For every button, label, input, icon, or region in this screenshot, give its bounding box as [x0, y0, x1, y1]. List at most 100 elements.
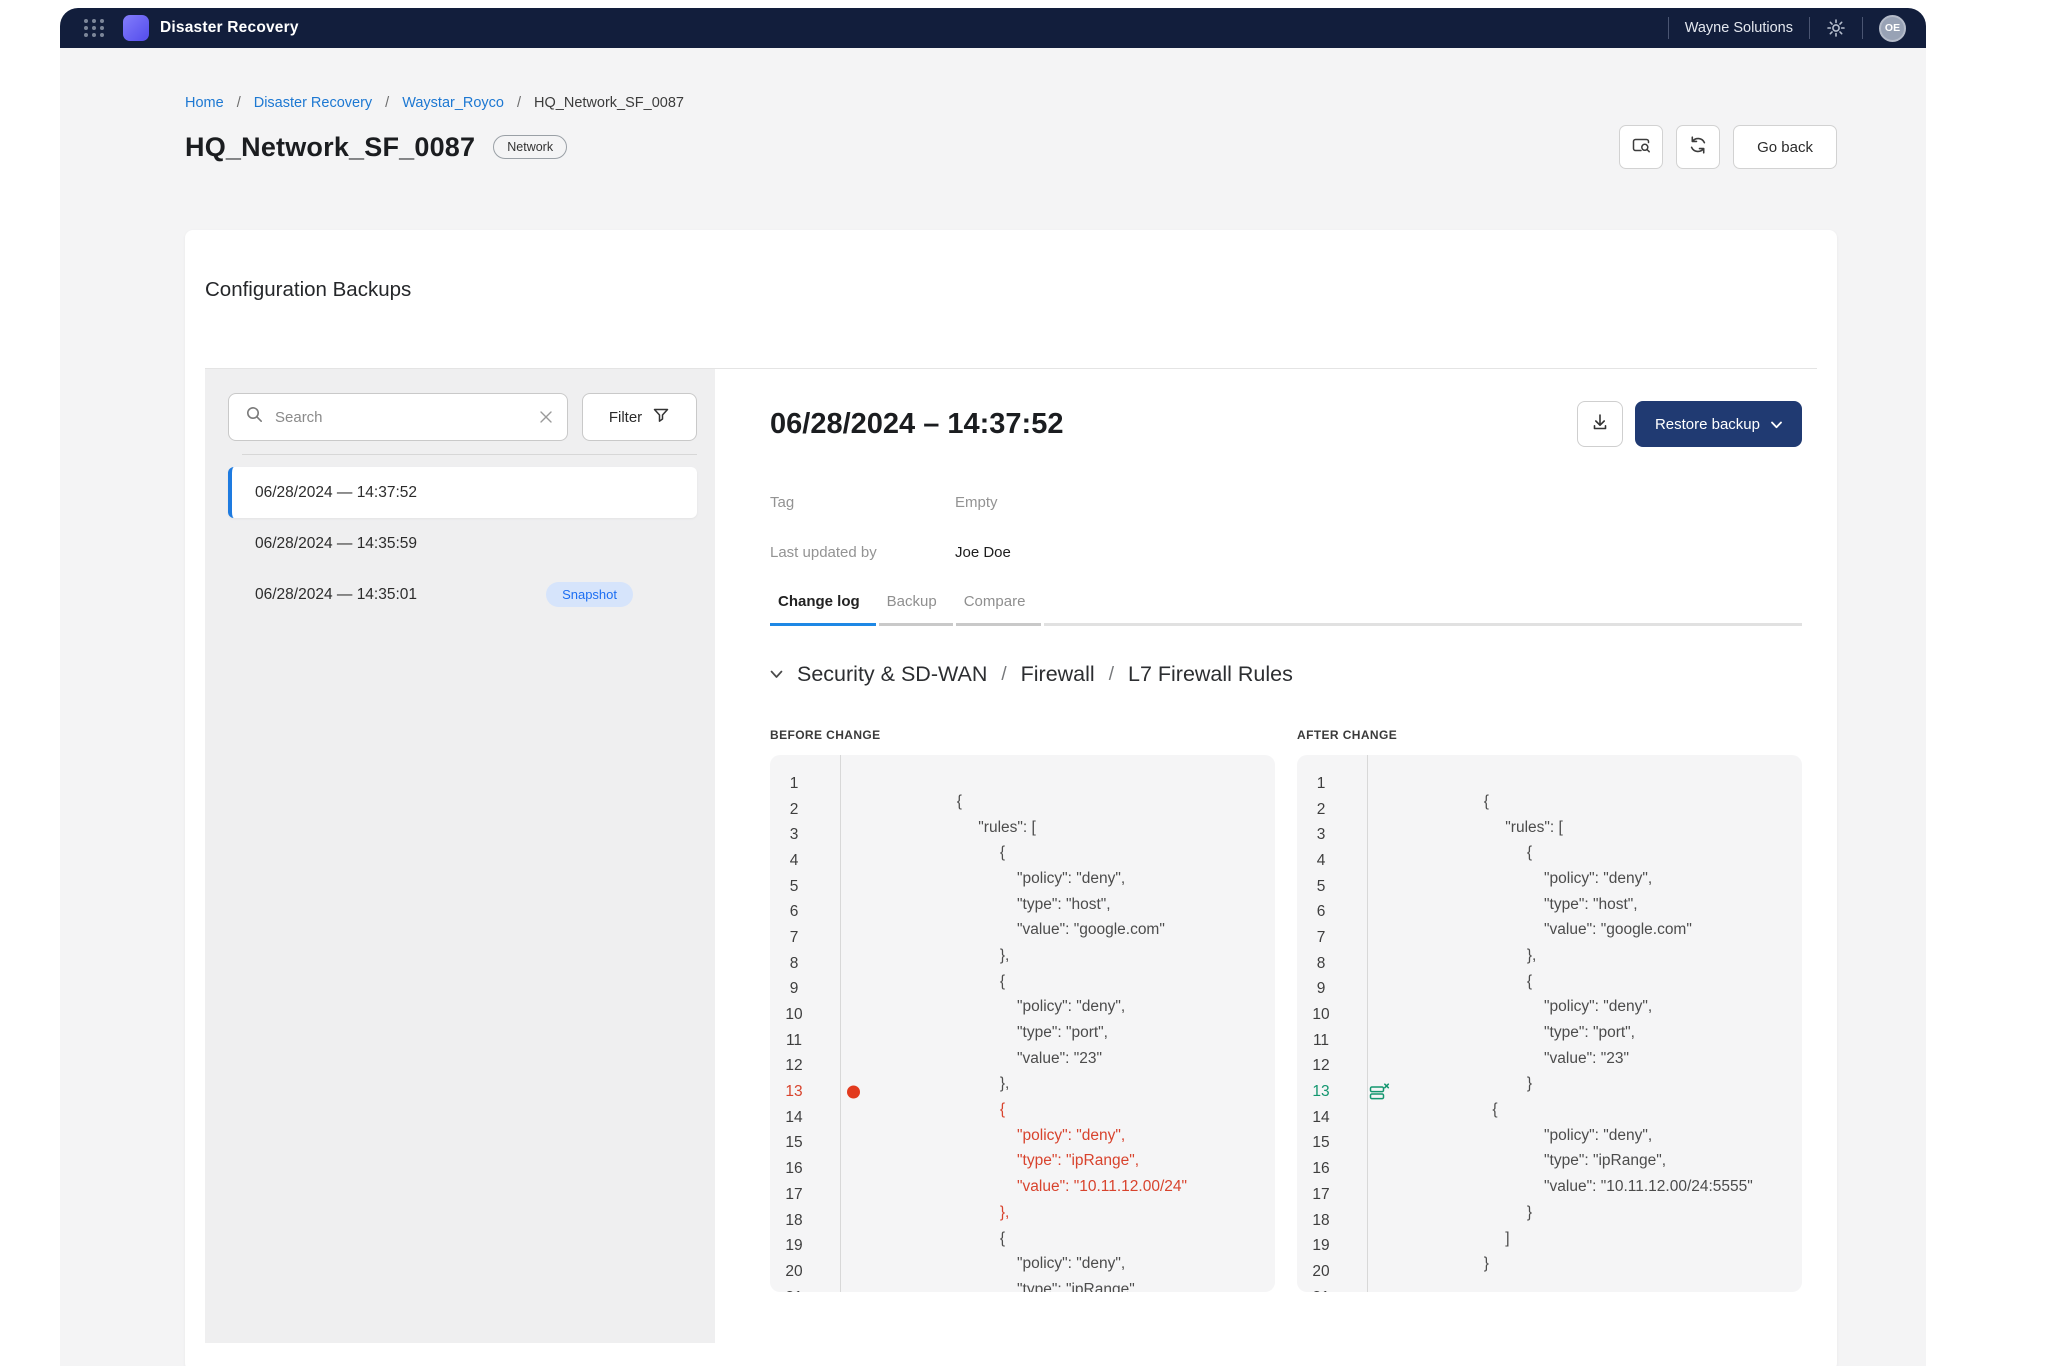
configuration-backups-card: Configuration Backups Search Filter 06/2…	[185, 230, 1837, 1366]
divider	[1809, 17, 1810, 39]
line-number: 18	[785, 1211, 803, 1229]
line-number: 5	[1316, 877, 1326, 895]
line-number: 9	[789, 980, 799, 998]
code-line: 21	[1297, 1285, 1802, 1292]
tab[interactable]: Backup	[878, 593, 953, 626]
line-number: 21	[770, 1289, 840, 1292]
backup-list-item[interactable]: 06/28/2024 — 14:35:01 Snapshot	[228, 569, 697, 620]
line-number: 14	[1312, 1108, 1330, 1126]
code-line: 21 "value": "10.11.12.00/24:5555"	[770, 1285, 1275, 1292]
line-number: 10	[1312, 1006, 1330, 1024]
line-number: 6	[789, 903, 799, 921]
after-change-label: AFTER CHANGE	[1297, 728, 1398, 742]
line-number: 9	[1316, 980, 1326, 998]
field-row: Last updated by Joe Doe	[770, 543, 1011, 561]
line-number: 19	[1312, 1237, 1330, 1255]
refresh-icon	[1687, 134, 1709, 161]
line-number: 11	[1312, 1031, 1330, 1049]
preview-icon	[1630, 134, 1652, 161]
page-title: HQ_Network_SF_0087	[185, 131, 476, 162]
divider	[242, 454, 697, 455]
funnel-icon	[652, 406, 670, 428]
line-number: 21	[1297, 1289, 1367, 1292]
metadata-fields: Tag Empty Last updated by Joe Doe	[770, 477, 1802, 577]
breadcrumb-item[interactable]: HQ_Network_SF_0087 /	[534, 95, 684, 111]
app-window: Disaster Recovery Wayne Solutions OE Hom…	[60, 8, 1926, 1366]
download-button[interactable]	[1576, 401, 1623, 447]
app-logo	[123, 15, 149, 41]
section-path-segment: L7 Firewall Rules/	[1127, 662, 1293, 686]
search-icon	[245, 405, 264, 429]
line-number: 13	[785, 1083, 803, 1101]
tab[interactable]: Change log	[770, 593, 876, 626]
tab[interactable]: Compare	[955, 593, 1042, 626]
after-change-pane: 1 { 2 "rules": [3 {4 "policy": "deny",…	[1297, 755, 1802, 1292]
line-number: 4	[789, 851, 799, 869]
user-avatar[interactable]: OE	[1879, 14, 1906, 42]
chevron-down-icon	[1771, 416, 1782, 433]
breadcrumb-item[interactable]: Home /	[185, 95, 254, 111]
line-number: 8	[1316, 954, 1326, 972]
before-change-label: BEFORE CHANGE	[770, 728, 881, 742]
clear-search-icon[interactable]	[539, 410, 553, 424]
restore-backup-button[interactable]: Restore backup	[1634, 401, 1802, 447]
line-number: 17	[1312, 1185, 1330, 1203]
backup-list-item[interactable]: 06/28/2024 — 14:37:52	[228, 467, 697, 518]
search-input[interactable]	[275, 408, 539, 426]
field-row: Tag Empty	[770, 493, 998, 511]
chevron-down-icon[interactable]	[770, 670, 783, 679]
breadcrumb-separator: /	[236, 95, 241, 111]
line-number: 10	[785, 1006, 803, 1024]
breadcrumb-item[interactable]: Disaster Recovery /	[254, 95, 402, 111]
download-icon	[1590, 412, 1610, 437]
backup-list-item[interactable]: 06/28/2024 — 14:35:59	[228, 518, 697, 569]
line-number: 2	[1316, 800, 1326, 818]
before-change-pane: 1 { 2 "rules": [3 {4 "policy": "deny",…	[770, 755, 1275, 1292]
breadcrumb-item[interactable]: Waystar_Royco /	[402, 95, 534, 111]
network-type-badge: Network	[493, 135, 568, 159]
tenant-name: Wayne Solutions	[1684, 20, 1793, 36]
changelog-section-header: Security & SD-WAN / Firewall / L7 Firewall…	[770, 662, 1802, 687]
filter-button[interactable]: Filter	[582, 393, 697, 441]
search-box	[228, 393, 568, 441]
line-number: 14	[785, 1108, 803, 1126]
go-back-button[interactable]: Go back	[1733, 125, 1837, 169]
settings-gear-icon[interactable]	[1826, 18, 1846, 38]
preview-button[interactable]	[1619, 125, 1664, 169]
tabs-underline-track	[1044, 593, 1802, 626]
line-number: 12	[1312, 1057, 1330, 1075]
line-number: 16	[785, 1160, 803, 1178]
backup-title: 06/28/2024 – 14:37:52	[770, 407, 1064, 440]
line-number: 15	[1312, 1134, 1330, 1152]
line-number: 6	[1316, 903, 1326, 921]
line-number: 17	[785, 1185, 803, 1203]
divider	[1862, 17, 1863, 39]
title-row: HQ_Network_SF_0087 Network Go back	[185, 125, 1837, 169]
line-number: 1	[789, 774, 799, 792]
refresh-button[interactable]	[1676, 125, 1721, 169]
backup-list: 06/28/2024 — 14:37:52 06/28/2024 — 14:35…	[228, 467, 697, 620]
divider	[1667, 17, 1669, 39]
section-path-segment: Firewall /	[1020, 662, 1114, 686]
line-number: 3	[789, 826, 799, 844]
line-number: 2	[789, 800, 799, 818]
line-number: 4	[1316, 851, 1326, 869]
line-number: 5	[789, 877, 799, 895]
diff-view: BEFORE CHANGE 1 {2 "rules": [3 {4 "po…	[770, 728, 1802, 1292]
page-content: Home / Disaster Recovery / Waystar_Royco…	[60, 48, 1926, 1366]
line-number: 12	[785, 1057, 803, 1075]
card-title: Configuration Backups	[205, 278, 412, 301]
section-path-segment: Security & SD-WAN /	[797, 662, 1007, 686]
backup-list-panel: Filter 06/28/2024 — 14:37:52	[205, 369, 715, 1343]
line-number: 20	[1312, 1262, 1330, 1280]
line-number: 11	[785, 1031, 803, 1049]
line-number: 8	[789, 954, 799, 972]
breadcrumb: Home / Disaster Recovery / Waystar_Royco…	[60, 48, 1926, 111]
backup-detail: 06/28/2024 – 14:37:52 Restore backup Tag…	[770, 369, 1817, 1343]
top-navbar: Disaster Recovery Wayne Solutions OE	[60, 8, 1926, 48]
app-launcher-icon[interactable]	[84, 19, 105, 37]
section-path: Security & SD-WAN / Firewall / L7 Firewall…	[797, 662, 1293, 687]
detail-tabs: Change log Backup Compare	[770, 593, 1802, 626]
line-number: 1	[1316, 774, 1326, 792]
line-number: 3	[1316, 826, 1326, 844]
